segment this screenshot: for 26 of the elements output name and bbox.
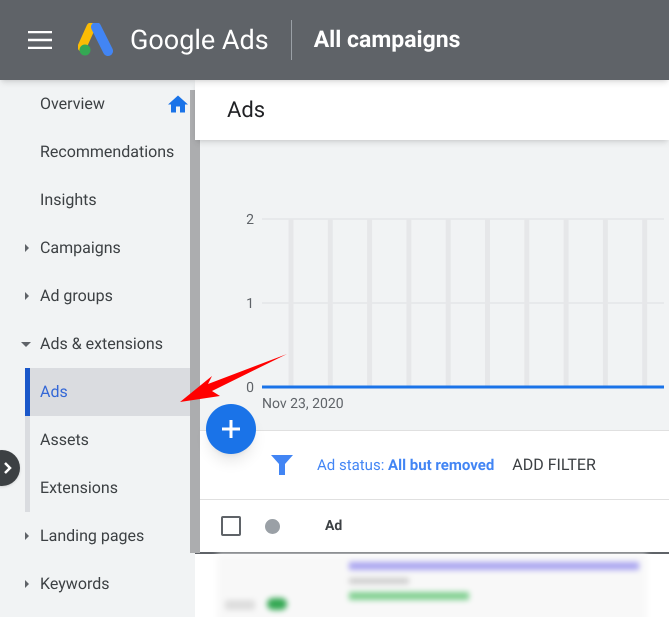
filter-chip[interactable]: Ad status: All but removed (317, 454, 494, 476)
sidebar-subitem[interactable]: Ads (25, 368, 190, 416)
sidebar-item[interactable]: Ad groups (40, 284, 113, 308)
chevron-right-icon (4, 462, 12, 474)
sidebar-item[interactable]: Ads & extensions (40, 332, 163, 356)
x-axis-label: Nov 23, 2020 (262, 396, 344, 412)
sidebar-item[interactable]: Recommendations (40, 140, 174, 164)
logo-icon (78, 23, 116, 57)
y-axis-label: 0 (246, 380, 254, 396)
plus-icon (222, 420, 240, 438)
product-name: Google Ads (130, 22, 269, 58)
menu-icon[interactable] (28, 31, 52, 49)
sidebar-item[interactable]: Campaigns (40, 236, 121, 260)
section-title: Ads (227, 96, 266, 124)
home-icon[interactable] (168, 95, 188, 113)
column-header[interactable]: Ad (325, 516, 342, 536)
select-all-checkbox[interactable] (221, 516, 241, 536)
sidebar-item[interactable]: Landing pages (40, 524, 144, 548)
filter-icon[interactable] (271, 455, 293, 475)
sidebar-item[interactable]: Keywords (40, 572, 110, 596)
page-title: All campaigns (314, 24, 460, 55)
y-axis-label: 2 (246, 212, 254, 228)
y-axis-label: 1 (246, 296, 254, 312)
sidebar-item[interactable]: Insights (40, 188, 97, 212)
sidebar-item[interactable]: Overview (40, 92, 105, 116)
add-filter-button[interactable]: ADD FILTER (512, 453, 596, 477)
